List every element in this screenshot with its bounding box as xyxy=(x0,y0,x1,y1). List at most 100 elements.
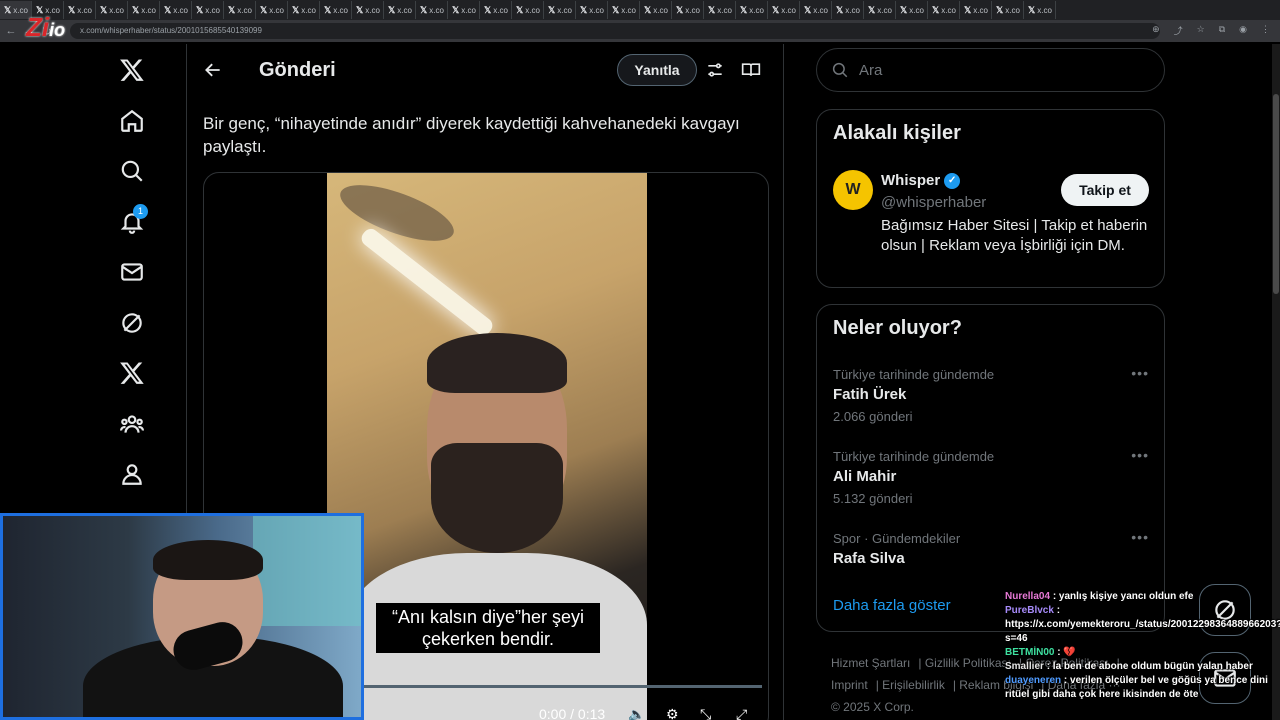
footer-link[interactable]: Gizlilik Politikası xyxy=(925,656,1011,670)
chat-message: Nurella04 : yanlış kişiye yancı oldun ef… xyxy=(1005,591,1194,602)
trend-item[interactable]: Türkiye tarihinde gündemde Ali Mahir 5.1… xyxy=(833,447,1149,506)
video-subtitle: “Anı kalsın diye”her şeyi çekerken bendi… xyxy=(376,603,600,653)
browser-tab[interactable]: 𝕏x.co xyxy=(864,1,896,19)
page-title: Gönderi xyxy=(259,58,336,81)
menu-icon[interactable]: ⋮ xyxy=(1261,24,1270,37)
home-icon[interactable] xyxy=(112,101,152,141)
profile-nav-icon[interactable] xyxy=(112,454,152,494)
chat-message: BETMİN00 : 💔 xyxy=(1005,647,1076,658)
grok-icon[interactable] xyxy=(112,303,152,343)
browser-tab[interactable]: 𝕏x.co xyxy=(608,1,640,19)
relevant-people-title: Alakalı kişiler xyxy=(833,122,961,144)
notifications-bell-icon[interactable]: 1 xyxy=(112,202,152,242)
browser-tabstrip: 𝕏x.co 𝕏x.co 𝕏x.co 𝕏x.co 𝕏x.co 𝕏x.co 𝕏x.co 𝕏x.co… xyxy=(0,0,1280,20)
browser-addressbar: ← → ↻ x.com/whisperhaber/status/20010156… xyxy=(0,20,1280,42)
browser-tab[interactable]: 𝕏x.co xyxy=(384,1,416,19)
browser-tab[interactable]: 𝕏x.co xyxy=(256,1,288,19)
footer-link[interactable]: Imprint xyxy=(831,678,868,692)
browser-tab[interactable]: 𝕏x.co xyxy=(960,1,992,19)
browser-tab[interactable]: 𝕏x.co xyxy=(1024,1,1056,19)
browser-tab[interactable]: 𝕏x.co xyxy=(896,1,928,19)
browser-tab[interactable]: 𝕏x.co xyxy=(160,1,192,19)
video-time: 0:00 / 0:13 xyxy=(539,706,606,720)
chat-message: duayeneren : verilen ölçüler bel ve göğü… xyxy=(1005,675,1268,700)
browser-tab[interactable]: 𝕏x.co xyxy=(704,1,736,19)
chat-message: PureBlvck : https://x.com/yemekteroru_/s… xyxy=(1005,605,1280,644)
search-placeholder: Ara xyxy=(859,61,883,79)
tweet-text: Bir genç, “nihayetinde anıdır” diyerek k… xyxy=(203,114,740,156)
settings-gear-icon[interactable]: ⚙ xyxy=(666,706,679,720)
browser-tab[interactable]: 𝕏x.co xyxy=(480,1,512,19)
show-more-link[interactable]: Daha fazla göster xyxy=(833,597,951,614)
browser-tab[interactable]: 𝕏x.co xyxy=(832,1,864,19)
trend-item[interactable]: Spor · Gündemdekiler Rafa Silva ••• xyxy=(833,529,1149,567)
browser-tab[interactable]: 𝕏x.co xyxy=(320,1,352,19)
webcam-overlay xyxy=(0,513,364,720)
browser-tab[interactable]: 𝕏x.co xyxy=(224,1,256,19)
trends-title: Neler oluyor? xyxy=(833,317,962,339)
profile-icon[interactable]: ◉ xyxy=(1239,24,1247,37)
browser-tab[interactable]: 𝕏x.co xyxy=(736,1,768,19)
x-logo-icon[interactable] xyxy=(112,50,152,90)
avatar[interactable]: W xyxy=(833,170,873,210)
footer-link[interactable]: Erişilebilirlik xyxy=(882,678,945,692)
account-name[interactable]: Whisper ✓ xyxy=(881,172,961,189)
verified-badge-icon: ✓ xyxy=(944,172,961,189)
person-hair xyxy=(427,333,567,393)
browser-tab[interactable]: 𝕏x.co xyxy=(416,1,448,19)
webcam-person-hair xyxy=(153,540,263,580)
url-field[interactable]: x.com/whisperhaber/status/20010156855401… xyxy=(70,23,1160,39)
browser-tab[interactable]: 𝕏x.co xyxy=(96,1,128,19)
reader-view-icon[interactable] xyxy=(740,60,762,85)
video-progress-bar[interactable] xyxy=(358,685,762,688)
browser-tab[interactable]: 𝕏x.co xyxy=(928,1,960,19)
footer-link[interactable]: Hizmet Şartları xyxy=(831,656,910,670)
minimize-icon[interactable]: ⤡ xyxy=(700,706,711,720)
browser-tab[interactable]: 𝕏x.co xyxy=(352,1,384,19)
search-nav-icon[interactable] xyxy=(112,151,152,191)
premium-x-icon[interactable] xyxy=(112,353,152,393)
follow-button[interactable]: Takip et xyxy=(1061,174,1149,206)
person-beard xyxy=(431,443,563,553)
browser-tab[interactable]: 𝕏x.co xyxy=(544,1,576,19)
stream-chat: Nurella04 : yanlış kişiye yancı oldun ef… xyxy=(1005,590,1280,702)
browser-tab[interactable]: 𝕏x.co xyxy=(512,1,544,19)
bookmark-star-icon[interactable]: ☆ xyxy=(1197,24,1205,37)
share-icon[interactable]: ⤴ xyxy=(1174,24,1183,37)
volume-icon[interactable]: 🔈 xyxy=(628,706,645,720)
trend-item[interactable]: Türkiye tarihinde gündemde Fatih Ürek 2.… xyxy=(833,365,1149,424)
chat-message: Smallier : la ben de abone oldum bügün y… xyxy=(1005,661,1253,672)
webcam-wall xyxy=(253,516,361,626)
browser-tab[interactable]: 𝕏x.co xyxy=(128,1,160,19)
streamer-logo: Ziio xyxy=(26,12,66,42)
search-input[interactable]: Ara xyxy=(816,48,1165,92)
relevant-people-card: Alakalı kişiler W Whisper ✓ @whisperhabe… xyxy=(816,109,1165,288)
account-handle[interactable]: @whisperhaber xyxy=(881,194,986,211)
browser-tab[interactable]: 𝕏x.co xyxy=(576,1,608,19)
browser-tab[interactable]: 𝕏x.co xyxy=(672,1,704,19)
browser-tab[interactable]: 𝕏x.co xyxy=(192,1,224,19)
fullscreen-icon[interactable]: ⤢ xyxy=(736,706,747,720)
notification-badge: 1 xyxy=(133,203,148,219)
reply-button[interactable]: Yanıtla xyxy=(617,54,697,86)
browser-tab[interactable]: 𝕏x.co xyxy=(992,1,1024,19)
browser-tab[interactable]: 𝕏x.co xyxy=(288,1,320,19)
more-options-icon[interactable]: ••• xyxy=(1131,365,1149,381)
browser-tab[interactable]: 𝕏x.co xyxy=(448,1,480,19)
browser-tab[interactable]: 𝕏x.co xyxy=(640,1,672,19)
browser-tab[interactable]: 𝕏x.co xyxy=(768,1,800,19)
messages-envelope-icon[interactable] xyxy=(112,252,152,292)
more-options-icon[interactable]: ••• xyxy=(1131,529,1149,545)
ceiling-light xyxy=(358,225,496,339)
zoom-icon[interactable]: ⊕ xyxy=(1152,24,1160,37)
extensions-icon[interactable]: ⧉ xyxy=(1219,24,1225,37)
browser-tab[interactable]: 𝕏x.co xyxy=(800,1,832,19)
video-frame[interactable]: “Anı kalsın diye”her şeyi çekerken bendi… xyxy=(327,173,647,720)
back-arrow-icon[interactable] xyxy=(203,58,227,82)
filter-settings-icon[interactable] xyxy=(705,60,725,85)
account-bio: Bağımsız Haber Sitesi | Takip et haberin… xyxy=(881,217,1148,254)
back-nav-icon[interactable]: ← xyxy=(4,25,18,37)
communities-icon[interactable] xyxy=(112,404,152,444)
more-options-icon[interactable]: ••• xyxy=(1131,447,1149,463)
browser-tab[interactable]: 𝕏x.co xyxy=(64,1,96,19)
